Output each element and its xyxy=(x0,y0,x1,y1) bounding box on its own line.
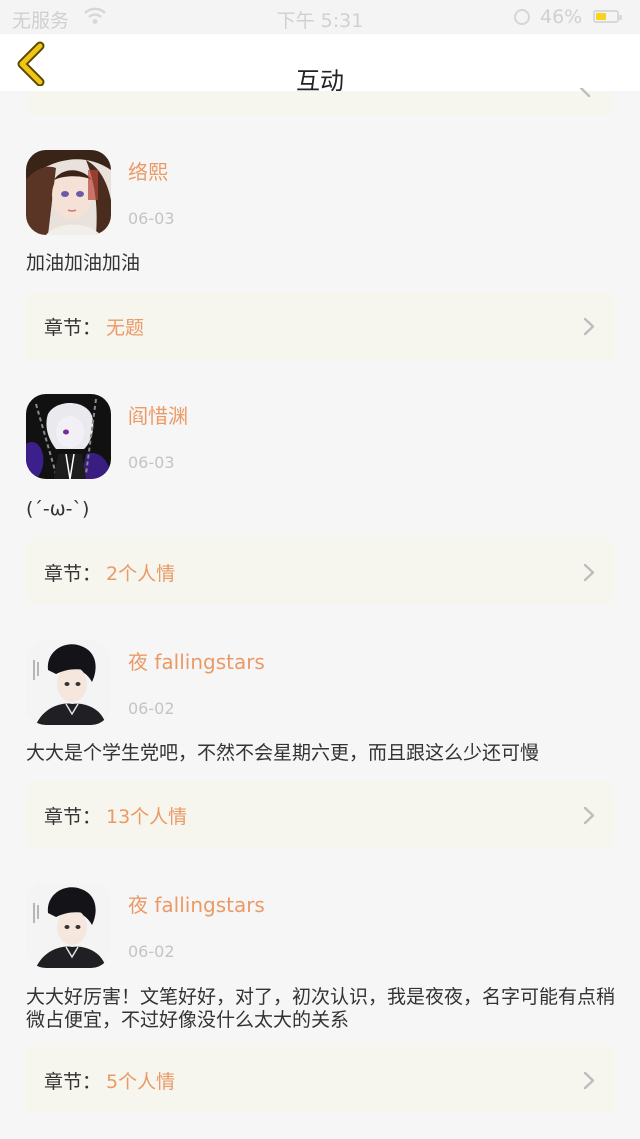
chapter-link[interactable]: 章节： 2个人情 xyxy=(26,538,614,605)
comment-date: 06-03 xyxy=(128,453,175,472)
chevron-right-icon xyxy=(579,88,591,98)
comment-text: (´-ω-`) xyxy=(26,498,90,520)
avatar[interactable] xyxy=(26,883,111,968)
user-name[interactable]: 络熙 xyxy=(128,156,168,185)
chapter-title: 13个人情 xyxy=(106,806,188,828)
avatar[interactable] xyxy=(26,150,111,235)
rotation-lock-icon xyxy=(514,9,530,25)
avatar[interactable] xyxy=(26,394,111,479)
chapter-link[interactable]: 章节： 无题 xyxy=(26,292,614,359)
chevron-right-icon xyxy=(583,1071,595,1090)
comment-date: 06-03 xyxy=(128,209,175,228)
chevron-right-icon xyxy=(583,563,595,582)
user-name[interactable]: 夜 fallingstars xyxy=(128,646,265,675)
chapter-title: 5个人情 xyxy=(106,1071,176,1093)
chapter-label: 章节： xyxy=(44,317,102,339)
chapter-label: 章节： xyxy=(44,563,102,585)
status-bar: 无服务 下午 5:31 46% xyxy=(0,0,640,34)
user-name[interactable]: 夜 fallingstars xyxy=(128,889,265,918)
comment-text: 大大好厉害！文笔好好，对了，初次认识，我是夜夜，名字可能有点稍微占便宜，不过好像… xyxy=(26,986,616,1031)
user-name[interactable]: 阎惜渊 xyxy=(128,400,188,429)
chapter-card-partial[interactable] xyxy=(26,88,614,115)
chapter-link[interactable]: 章节： 13个人情 xyxy=(26,781,614,848)
avatar[interactable] xyxy=(26,640,111,725)
chapter-link[interactable]: 章节： 5个人情 xyxy=(26,1046,614,1113)
comment-text: 加油加油加油 xyxy=(26,252,141,274)
nav-bar: 互动 xyxy=(0,34,640,95)
comment-date: 06-02 xyxy=(128,699,175,718)
chapter-title: 2个人情 xyxy=(106,563,176,585)
chevron-right-icon xyxy=(583,317,595,336)
chapter-title: 无题 xyxy=(106,317,145,339)
comment-text: 大大是个学生党吧，不然不会星期六更，而且跟这么少还可慢 xyxy=(26,742,540,764)
chevron-right-icon xyxy=(583,806,595,825)
comment-date: 06-02 xyxy=(128,942,175,961)
chapter-label: 章节： xyxy=(44,1071,102,1093)
battery-icon xyxy=(593,10,622,23)
battery-fill xyxy=(596,13,607,20)
battery-percent: 46% xyxy=(540,6,583,28)
chapter-label: 章节： xyxy=(44,806,102,828)
